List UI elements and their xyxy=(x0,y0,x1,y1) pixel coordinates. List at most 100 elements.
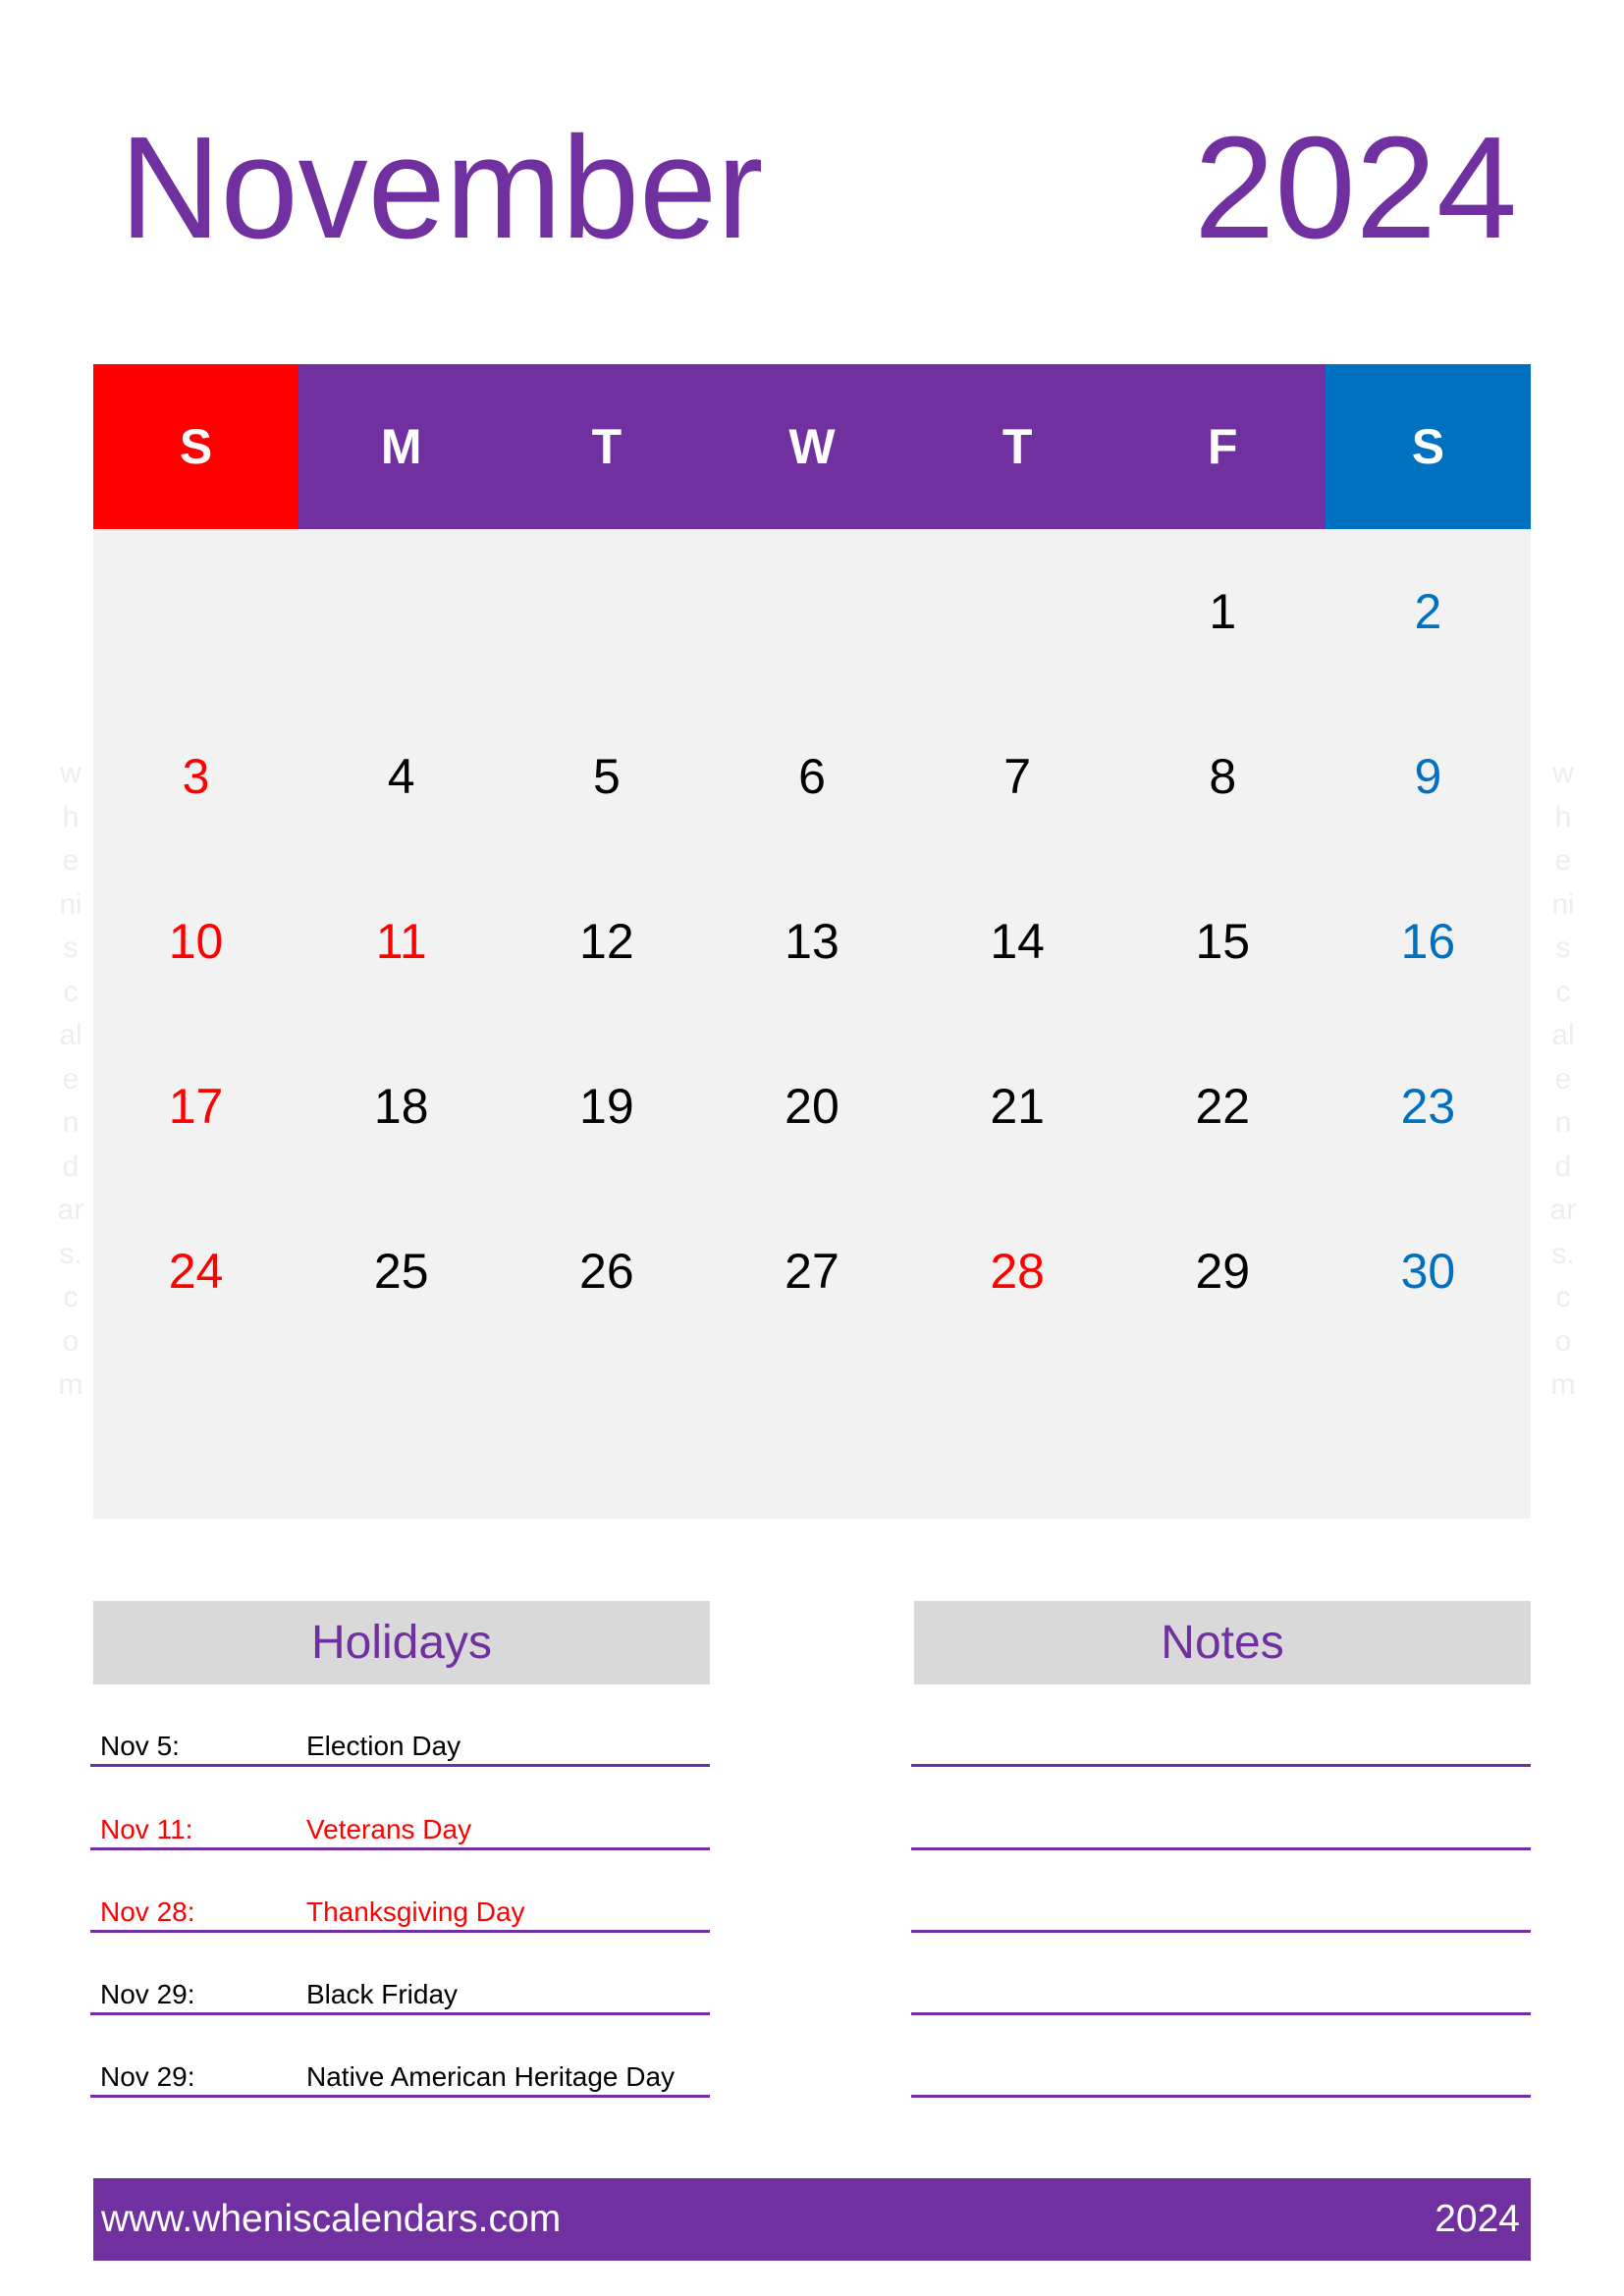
day-cell[interactable]: 15 xyxy=(1120,859,1326,1024)
day-cell[interactable]: 14 xyxy=(915,859,1120,1024)
holiday-name: Native American Heritage Day xyxy=(306,2061,676,2092)
footer-year: 2024 xyxy=(1435,2198,1520,2240)
notes-line[interactable] xyxy=(911,2095,1531,2098)
day-cell[interactable]: 16 xyxy=(1326,859,1531,1024)
watermark-char: o xyxy=(1554,1324,1572,1358)
watermark-char: w xyxy=(60,757,81,789)
empty-day-cell xyxy=(504,529,709,694)
holiday-divider xyxy=(90,1930,710,1933)
empty-day-cell xyxy=(709,1354,914,1519)
holiday-name: Thanksgiving Day xyxy=(306,1896,525,1927)
day-cell[interactable]: 26 xyxy=(504,1189,709,1354)
holiday-date: Nov 5: xyxy=(100,1731,180,1761)
month-title: November xyxy=(120,107,764,269)
day-cell[interactable]: 17 xyxy=(93,1024,298,1189)
watermark-right: w h e ni s c al e n d ar s. c o m xyxy=(1543,752,1583,1408)
day-cell[interactable]: 1 xyxy=(1120,529,1326,694)
holiday-item: Nov 28: Thanksgiving Day xyxy=(100,1896,525,1928)
watermark-char: c xyxy=(63,975,79,1008)
calendar-grid: SMTWTFS 1 2 3 4 5 6 7 8 9 10 11 12 13 14 15 16 17 18 19 20 2… xyxy=(93,364,1531,1519)
watermark-left: w h e ni s c al e n d ar s. c o m xyxy=(51,752,90,1408)
notes-line[interactable] xyxy=(911,1764,1531,1767)
watermark-char: s. xyxy=(1551,1237,1575,1270)
weekday-header: S xyxy=(93,364,299,529)
day-cell[interactable]: 12 xyxy=(504,859,709,1024)
holiday-item: Nov 11: Veterans Day xyxy=(100,1814,471,1845)
watermark-char: m xyxy=(58,1368,83,1401)
holiday-divider xyxy=(90,1764,710,1767)
day-cell[interactable]: 7 xyxy=(915,694,1120,859)
holiday-item: Nov 5: Election Day xyxy=(100,1731,460,1762)
watermark-char: c xyxy=(1555,1281,1571,1313)
watermark-char: o xyxy=(62,1324,80,1358)
watermark-char: e xyxy=(62,844,80,877)
weekday-header: T xyxy=(914,364,1120,529)
empty-day-cell xyxy=(1120,1354,1326,1519)
watermark-char: c xyxy=(1555,975,1571,1008)
day-cell[interactable]: 8 xyxy=(1120,694,1326,859)
day-cell[interactable]: 6 xyxy=(709,694,914,859)
day-cell[interactable]: 23 xyxy=(1326,1024,1531,1189)
day-cell[interactable]: 13 xyxy=(709,859,914,1024)
holiday-divider xyxy=(90,2012,710,2015)
day-cell[interactable]: 3 xyxy=(93,694,298,859)
notes-line[interactable] xyxy=(911,1847,1531,1850)
weekday-header-row: SMTWTFS xyxy=(93,364,1531,529)
weekday-header: F xyxy=(1119,364,1326,529)
watermark-char: ni xyxy=(1551,887,1575,921)
day-cell[interactable]: 20 xyxy=(709,1024,914,1189)
holiday-divider xyxy=(90,1847,710,1850)
notes-title: Notes xyxy=(1161,1617,1284,1669)
notes-line[interactable] xyxy=(911,1930,1531,1933)
holidays-title: Holidays xyxy=(310,1617,493,1669)
empty-day-cell xyxy=(915,1354,1120,1519)
empty-day-cell xyxy=(298,1354,504,1519)
watermark-char: h xyxy=(62,800,80,833)
watermark-char: w xyxy=(1552,757,1574,789)
watermark-char: s xyxy=(1555,932,1571,964)
weekday-header: T xyxy=(504,364,710,529)
calendar-days: 1 2 3 4 5 6 7 8 9 10 11 12 13 14 15 16 17 18 19 20 21 22 23 24 2… xyxy=(93,529,1531,1519)
watermark-char: ar xyxy=(1549,1194,1577,1226)
day-cell[interactable]: 25 xyxy=(298,1189,504,1354)
notes-header: Notes xyxy=(914,1601,1531,1684)
watermark-char: al xyxy=(59,1019,82,1051)
empty-day-cell xyxy=(93,529,298,694)
empty-day-cell xyxy=(298,529,504,694)
empty-day-cell xyxy=(1326,1354,1531,1519)
holiday-name: Veterans Day xyxy=(306,1814,472,1844)
watermark-char: n xyxy=(1554,1106,1572,1139)
footer-bar: www.wheniscalendars.com 2024 xyxy=(93,2178,1531,2261)
holiday-date: Nov 29: xyxy=(100,1979,195,2009)
day-cell[interactable]: 29 xyxy=(1120,1189,1326,1354)
day-cell[interactable]: 27 xyxy=(709,1189,914,1354)
footer-url[interactable]: www.wheniscalendars.com xyxy=(101,2198,561,2241)
day-cell[interactable]: 2 xyxy=(1326,529,1531,694)
weekday-header: W xyxy=(709,364,915,529)
day-cell[interactable]: 28 xyxy=(915,1189,1120,1354)
holiday-item: Nov 29: Black Friday xyxy=(100,1979,458,2010)
notes-line[interactable] xyxy=(911,2012,1531,2015)
watermark-char: d xyxy=(62,1149,80,1183)
day-cell[interactable]: 10 xyxy=(93,859,298,1024)
holiday-name: Election Day xyxy=(306,1731,461,1761)
day-cell[interactable]: 5 xyxy=(504,694,709,859)
day-cell[interactable]: 9 xyxy=(1326,694,1531,859)
empty-day-cell xyxy=(915,529,1120,694)
day-cell[interactable]: 11 xyxy=(298,859,504,1024)
day-cell[interactable]: 19 xyxy=(504,1024,709,1189)
day-cell[interactable]: 21 xyxy=(915,1024,1120,1189)
day-cell[interactable]: 24 xyxy=(93,1189,298,1354)
watermark-char: e xyxy=(1554,844,1572,877)
watermark-char: ar xyxy=(57,1194,84,1226)
holiday-date: Nov 11: xyxy=(100,1814,193,1844)
weekday-header: M xyxy=(298,364,505,529)
day-cell[interactable]: 30 xyxy=(1326,1189,1531,1354)
watermark-char: al xyxy=(1551,1019,1575,1051)
day-cell[interactable]: 18 xyxy=(298,1024,504,1189)
day-cell[interactable]: 4 xyxy=(298,694,504,859)
watermark-char: s xyxy=(63,932,79,964)
empty-day-cell xyxy=(504,1354,709,1519)
holidays-header: Holidays xyxy=(93,1601,710,1684)
day-cell[interactable]: 22 xyxy=(1120,1024,1326,1189)
